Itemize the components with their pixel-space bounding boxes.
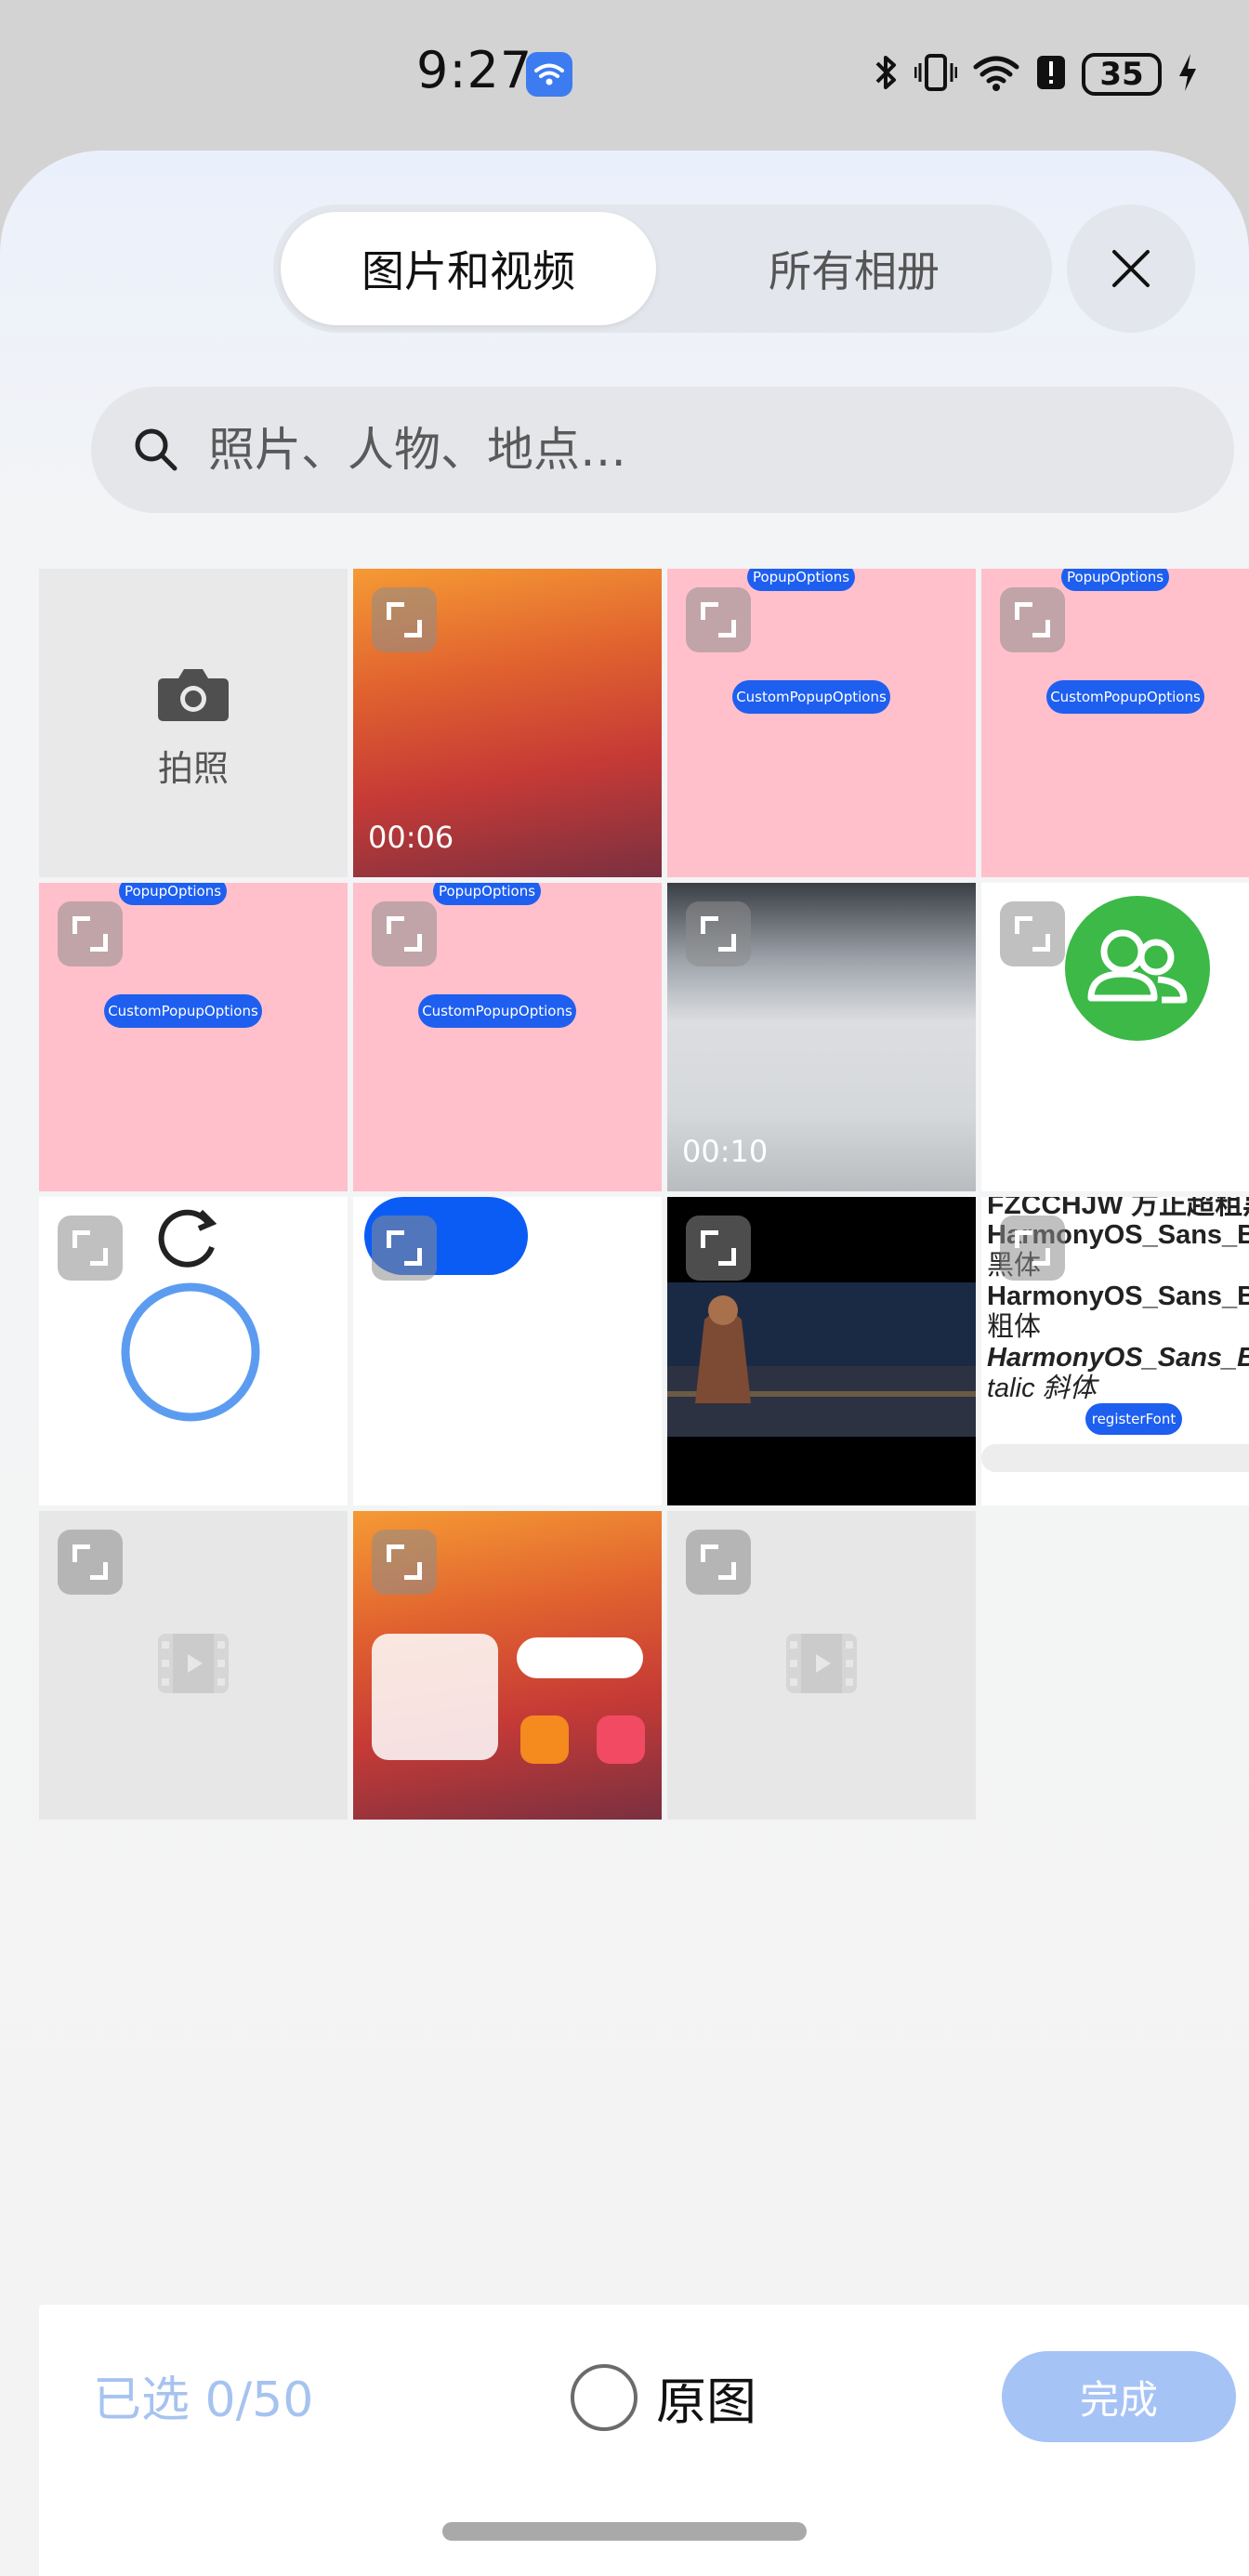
selected-count: 已选 0/50 (93, 2372, 314, 2428)
refresh-icon (158, 1209, 217, 1268)
media-item[interactable]: FZCCHJW 方正超粗黑 HarmonyOS_Sans_Bla 黑体 Harm… (981, 1197, 1249, 1505)
select-frame-icon[interactable] (1000, 1216, 1065, 1281)
media-item[interactable] (39, 1511, 348, 1820)
font-line: 粗体 (987, 1312, 1042, 1342)
home-widget-pill (517, 1637, 643, 1678)
select-frame-icon[interactable] (58, 1530, 123, 1595)
tab-all-albums[interactable]: 所有相册 (664, 212, 1045, 325)
home-widget-card (372, 1634, 498, 1760)
select-frame-icon[interactable] (58, 901, 123, 966)
photo-picker-sheet: 图片和视频 所有相册 拍照 00:06 PopupOptions CustomP… (0, 151, 1249, 2576)
media-item[interactable]: PopupOptions CustomPopupOptions (667, 569, 976, 877)
custom-popup-chip: CustomPopupOptions (104, 994, 262, 1028)
battery-icon: 35 (1082, 53, 1162, 96)
wifi-badge-icon (526, 52, 572, 97)
done-button[interactable]: 完成 (1002, 2351, 1236, 2442)
vibrate-icon (914, 52, 958, 97)
media-item[interactable] (39, 1197, 348, 1505)
charging-icon (1177, 52, 1199, 97)
alert-icon (1035, 52, 1067, 97)
select-frame-icon[interactable] (1000, 587, 1065, 652)
popup-options-chip: PopupOptions (119, 883, 227, 905)
home-indicator[interactable] (442, 2522, 807, 2541)
custom-popup-chip: CustomPopupOptions (418, 994, 576, 1028)
search-bar[interactable] (91, 387, 1234, 513)
select-frame-icon[interactable] (372, 587, 437, 652)
wifi-icon (972, 52, 1020, 97)
album-tab-switcher: 图片和视频 所有相册 (273, 204, 1052, 333)
film-icon (786, 1634, 857, 1693)
media-item[interactable]: PopupOptions CustomPopupOptions (39, 883, 348, 1191)
select-frame-icon[interactable] (372, 1530, 437, 1595)
original-label: 原图 (656, 2372, 756, 2431)
media-item[interactable]: PopupOptions CustomPopupOptions (981, 569, 1249, 877)
status-icons: 35 (872, 48, 1199, 100)
select-frame-icon[interactable] (58, 1216, 123, 1281)
app-icon (520, 1715, 569, 1764)
popup-options-chip: PopupOptions (1061, 569, 1169, 591)
tab-photos-videos[interactable]: 图片和视频 (281, 212, 656, 325)
select-frame-icon[interactable] (372, 901, 437, 966)
close-icon (1112, 250, 1150, 287)
font-line: talic 斜体 (987, 1373, 1097, 1403)
video-frame-scene (667, 1282, 976, 1437)
font-line: HarmonyOS_Sans_Bol (987, 1343, 1249, 1373)
media-item[interactable]: 00:10 (667, 883, 976, 1191)
select-frame-icon[interactable] (686, 901, 751, 966)
contacts-icon (1065, 896, 1210, 1041)
select-frame-icon[interactable] (686, 587, 751, 652)
app-icon (597, 1715, 645, 1764)
video-duration: 00:10 (682, 1134, 769, 1169)
media-item[interactable] (353, 1197, 662, 1505)
camera-label: 拍照 (157, 748, 229, 789)
film-icon (158, 1634, 229, 1693)
input-strip (981, 1444, 1249, 1472)
loading-ring-icon (121, 1282, 260, 1422)
status-bar: 9:27 35 (0, 0, 1249, 149)
original-toggle[interactable]: 原图 (571, 2360, 756, 2434)
media-item[interactable] (353, 1511, 662, 1820)
select-frame-icon[interactable] (372, 1216, 437, 1281)
search-input[interactable] (208, 387, 1193, 513)
search-icon (135, 428, 177, 471)
media-item[interactable]: PopupOptions CustomPopupOptions (353, 883, 662, 1191)
media-item[interactable]: 00:06 (353, 569, 662, 877)
select-frame-icon[interactable] (686, 1216, 751, 1281)
original-radio[interactable] (571, 2363, 638, 2431)
media-item[interactable] (667, 1197, 976, 1505)
media-item[interactable] (667, 1511, 976, 1820)
custom-popup-chip: CustomPopupOptions (732, 680, 890, 714)
camera-icon (158, 669, 229, 721)
video-duration: 00:06 (368, 820, 454, 855)
media-item[interactable] (981, 883, 1249, 1191)
select-frame-icon[interactable] (1000, 901, 1065, 966)
custom-popup-chip: CustomPopupOptions (1046, 680, 1204, 714)
font-line: HarmonyOS_Sans_Bo (987, 1281, 1249, 1311)
bluetooth-icon (872, 52, 900, 97)
close-button[interactable] (1067, 204, 1195, 333)
status-time: 9:27 (416, 41, 533, 99)
select-frame-icon[interactable] (686, 1530, 751, 1595)
popup-options-chip: PopupOptions (747, 569, 855, 591)
popup-options-chip: PopupOptions (433, 883, 541, 905)
battery-level: 35 (1099, 56, 1144, 93)
camera-tile[interactable]: 拍照 (39, 569, 348, 877)
register-font-chip: registerFont (1085, 1403, 1182, 1435)
